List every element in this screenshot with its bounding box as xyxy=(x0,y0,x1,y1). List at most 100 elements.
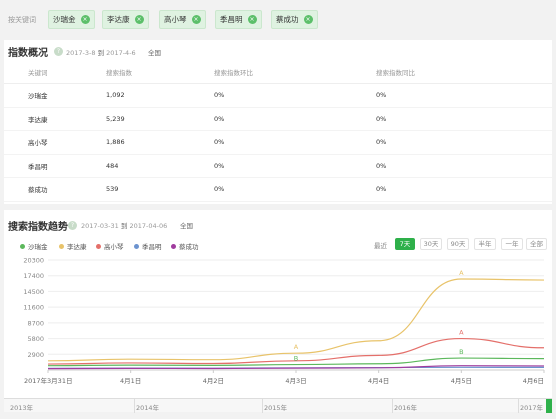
mom-cell: 0% xyxy=(214,185,225,194)
legend-dot-icon xyxy=(20,243,25,249)
keyword-chip-label: 高小琴 xyxy=(164,15,187,24)
yoy-cell: 0% xyxy=(376,114,387,123)
timeline-drag-handle[interactable] xyxy=(546,399,552,413)
timeline-scroller[interactable]: 2013年 2014年 2015年 2016年 2017年 xyxy=(4,398,552,413)
legend-label: 沙瑞金 xyxy=(28,243,48,251)
range-button-30d[interactable]: 30天 xyxy=(420,238,442,250)
legend-item[interactable]: 高小琴 xyxy=(96,241,124,251)
table-row: 高小琴 1,886 0% 0% xyxy=(4,131,552,155)
keyword-cell: 沙瑞金 xyxy=(28,92,48,101)
overview-panel: 指数概况 ? 2017-3-8 到 2017-4-6 全国 关键词 搜索指数 搜… xyxy=(4,40,552,204)
trend-date-end: 2017-04-06 xyxy=(129,222,168,230)
trend-date-range: 2017-03-31 到 2017-04-06 xyxy=(81,220,167,230)
column-header: 关键词 xyxy=(28,68,48,77)
close-icon[interactable]: × xyxy=(134,15,144,24)
index-cell: 5,239 xyxy=(106,114,125,123)
y-tick-label: 8700 xyxy=(27,319,44,327)
index-cell: 1,886 xyxy=(106,138,125,147)
timeline-year: 2016年 xyxy=(394,404,418,412)
x-tick-label: 4月6日 xyxy=(523,377,544,385)
x-tick-label: 4月5日 xyxy=(451,377,472,385)
keyword-chip[interactable]: 季昌明 × xyxy=(215,10,262,29)
close-icon[interactable]: × xyxy=(191,15,201,24)
column-header: 搜索指数 xyxy=(106,68,132,77)
mom-cell: 0% xyxy=(214,114,225,123)
keyword-bar: 按关键词 沙瑞金 × 李达康 × 高小琴 × 季昌明 × 蔡成功 × xyxy=(0,0,556,38)
overview-region: 全国 xyxy=(148,49,161,57)
overview-table: 关键词 搜索指数 搜索指数环比 搜索指数同比 沙瑞金 1,092 0% 0% 李… xyxy=(4,60,552,202)
x-tick-label: 4月2日 xyxy=(203,377,224,385)
close-icon[interactable]: × xyxy=(247,15,257,24)
keyword-cell: 高小琴 xyxy=(28,139,48,148)
legend-item[interactable]: 沙瑞金 xyxy=(20,241,48,251)
range-button-7d[interactable]: 7天 xyxy=(395,238,415,250)
keyword-cell: 蔡成功 xyxy=(28,186,48,195)
keyword-chip[interactable]: 李达康 × xyxy=(102,10,149,29)
index-cell: 484 xyxy=(106,161,119,170)
column-header: 搜索指数同比 xyxy=(376,68,415,77)
yoy-cell: 0% xyxy=(376,161,387,170)
y-tick-label: 20300 xyxy=(23,257,44,265)
keyword-chip-label: 沙瑞金 xyxy=(53,15,76,24)
mom-cell: 0% xyxy=(214,161,225,170)
range-button-year[interactable]: 一年 xyxy=(501,238,523,250)
timeline-year: 2014年 xyxy=(136,404,160,412)
overview-header: 指数概况 ? 2017-3-8 到 2017-4-6 全国 xyxy=(4,40,552,60)
range-button-all[interactable]: 全部 xyxy=(526,238,547,250)
keyword-chip-label: 蔡成功 xyxy=(276,15,299,24)
y-tick-label: 2900 xyxy=(27,351,44,359)
legend-item[interactable]: 季昌明 xyxy=(134,241,162,251)
column-header: 搜索指数环比 xyxy=(214,68,253,77)
y-tick-label: 11600 xyxy=(23,304,44,312)
overview-title: 指数概况 xyxy=(8,48,48,59)
index-cell: 539 xyxy=(106,185,119,194)
annotation-label: A xyxy=(459,269,464,277)
close-icon[interactable]: × xyxy=(303,15,313,24)
keyword-cell: 季昌明 xyxy=(28,162,48,171)
yoy-cell: 0% xyxy=(376,185,387,194)
timeline-year: 2013年 xyxy=(10,404,34,412)
overview-date-end: 2017-4-6 xyxy=(106,49,136,57)
legend-dot-icon xyxy=(59,243,64,249)
timeline-year: 2015年 xyxy=(264,404,288,412)
x-tick-label: 4月1日 xyxy=(120,377,141,385)
legend-dot-icon xyxy=(171,243,176,249)
trend-title: 搜索指数趋势 xyxy=(8,222,68,233)
legend-item[interactable]: 蔡成功 xyxy=(171,241,199,251)
range-label: 最近 xyxy=(374,242,387,250)
range-button-90d[interactable]: 90天 xyxy=(447,238,469,250)
overview-date-start: 2017-3-8 xyxy=(66,49,96,57)
keyword-chip[interactable]: 沙瑞金 × xyxy=(48,10,95,29)
table-row: 李达康 5,239 0% 0% xyxy=(4,108,552,131)
keyword-chip[interactable]: 蔡成功 × xyxy=(271,10,318,29)
timeline-tick xyxy=(392,399,393,413)
timeline-tick xyxy=(134,399,135,413)
legend-label: 蔡成功 xyxy=(179,243,199,251)
legend-label: 季昌明 xyxy=(142,243,162,251)
yoy-cell: 0% xyxy=(376,138,387,147)
legend-label: 李达康 xyxy=(67,243,87,251)
legend-dot-icon xyxy=(134,243,139,249)
range-button-half-year[interactable]: 半年 xyxy=(474,238,496,250)
annotation-label: A xyxy=(459,329,464,337)
help-icon[interactable]: ? xyxy=(68,221,77,230)
help-icon[interactable]: ? xyxy=(54,47,63,56)
overview-date-range: 2017-3-8 到 2017-4-6 xyxy=(66,47,136,57)
table-header: 关键词 搜索指数 搜索指数环比 搜索指数同比 xyxy=(4,60,552,84)
legend-label: 高小琴 xyxy=(104,243,124,251)
trend-region: 全国 xyxy=(180,222,193,230)
timeline-year: 2017年 xyxy=(520,404,544,412)
legend-item[interactable]: 李达康 xyxy=(59,241,87,251)
yoy-cell: 0% xyxy=(376,91,387,100)
x-tick-label: 2017年3月31日 xyxy=(24,376,72,385)
annotation-label: A xyxy=(294,343,299,351)
index-cell: 1,092 xyxy=(106,91,125,100)
keyword-label: 按关键词 xyxy=(8,16,36,24)
close-icon[interactable]: × xyxy=(80,15,90,24)
trend-chart[interactable]: 2900 5800 8700 11600 14500 17400 20300 2017年3月3… xyxy=(4,252,552,398)
trend-date-start: 2017-03-31 xyxy=(81,222,119,230)
keyword-chip-label: 李达康 xyxy=(107,15,130,24)
keyword-chip[interactable]: 高小琴 × xyxy=(159,10,206,29)
y-tick-label: 17400 xyxy=(23,272,44,280)
table-row: 季昌明 484 0% 0% xyxy=(4,155,552,178)
